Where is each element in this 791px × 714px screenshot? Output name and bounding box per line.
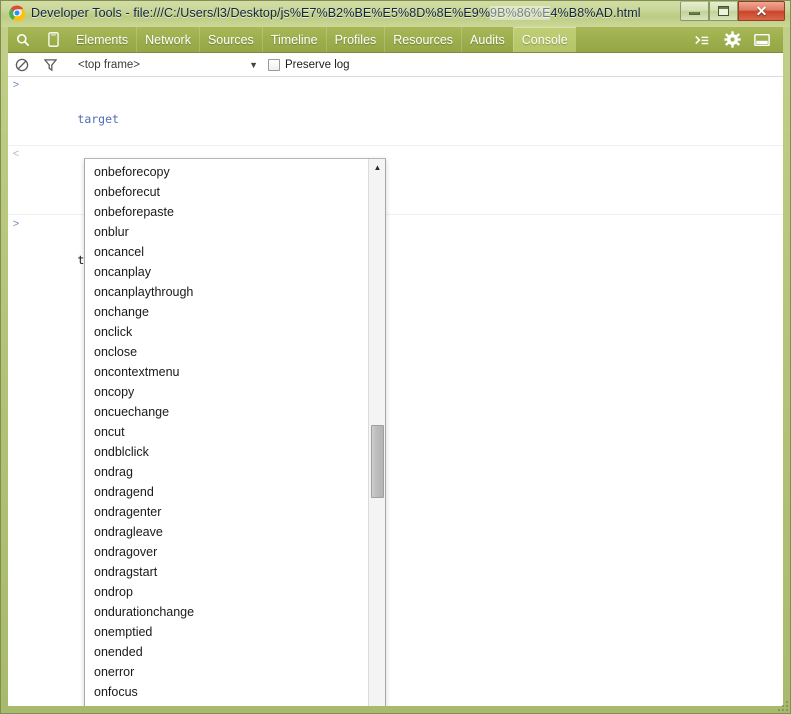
autocomplete-item[interactable]: onbeforepaste <box>85 202 368 222</box>
scrollbar-thumb[interactable] <box>371 425 384 498</box>
tab-network[interactable]: Network <box>136 27 199 52</box>
show-drawer-console-button[interactable] <box>687 27 717 53</box>
tab-sources[interactable]: Sources <box>198 27 262 52</box>
title-text-selection-highlight <box>490 6 550 20</box>
device-mode-icon <box>47 32 59 47</box>
output-marker-icon: < <box>12 148 20 160</box>
dock-to-window-icon <box>754 33 770 46</box>
tab-label: Timeline <box>270 32 318 47</box>
autocomplete-item[interactable]: oncut <box>85 422 368 442</box>
autocomplete-item[interactable]: ondblclick <box>85 442 368 462</box>
tab-label: Audits <box>470 32 505 47</box>
console-input-text: target <box>77 112 119 126</box>
tab-label: Console <box>521 32 568 47</box>
autocomplete-item[interactable]: oncuechange <box>85 402 368 422</box>
tab-timeline[interactable]: Timeline <box>261 27 326 52</box>
autocomplete-item[interactable]: onbeforecut <box>85 182 368 202</box>
show-drawer-console-icon <box>695 35 709 44</box>
autocomplete-item[interactable]: oncanplay <box>85 262 368 282</box>
window-resize-handle[interactable] <box>777 700 789 712</box>
dock-side-button[interactable] <box>747 27 777 53</box>
scroll-up-arrow-icon: ▲ <box>373 162 382 172</box>
preserve-log-toggle[interactable]: Preserve log <box>268 58 350 71</box>
devtools-toolbar: Elements Network Sources Timeline Profiles Re… <box>8 27 783 53</box>
restore-button[interactable] <box>709 1 738 21</box>
toolbar-right-actions <box>687 27 783 52</box>
autocomplete-item[interactable]: ondrop <box>85 582 368 602</box>
autocomplete-item[interactable]: oncanplaythrough <box>85 282 368 302</box>
autocomplete-item[interactable]: ondragleave <box>85 522 368 542</box>
window-frame: Developer Tools - file:///C:/Users/l3/De… <box>0 0 791 714</box>
tab-elements[interactable]: Elements <box>68 27 136 52</box>
tab-console[interactable]: Console <box>512 27 576 52</box>
execution-context-selector[interactable]: <top frame> ▼ <box>64 53 264 77</box>
filter-funnel-icon <box>43 58 57 71</box>
autocomplete-item[interactable]: onemptied <box>85 622 368 642</box>
filter-button[interactable] <box>36 53 64 77</box>
search-inspect-icon <box>16 33 30 46</box>
autocomplete-item[interactable]: ondragenter <box>85 502 368 522</box>
minimize-button[interactable] <box>680 1 709 21</box>
gear-settings-icon <box>723 31 741 48</box>
preserve-log-label: Preserve log <box>285 58 350 71</box>
autocomplete-popup[interactable]: onbeforecopy onbeforecut onbeforepaste onbl… <box>84 158 386 706</box>
autocomplete-item[interactable]: onclick <box>85 322 368 342</box>
autocomplete-item[interactable]: ondragover <box>85 542 368 562</box>
autocomplete-item[interactable]: onfocus <box>85 682 368 702</box>
device-mode-button[interactable] <box>38 27 68 52</box>
autocomplete-item[interactable]: oncopy <box>85 382 368 402</box>
autocomplete-item[interactable]: onended <box>85 642 368 662</box>
tab-label: Sources <box>207 32 254 47</box>
autocomplete-list[interactable]: onbeforecopy onbeforecut onbeforepaste onbl… <box>85 159 368 706</box>
autocomplete-item[interactable]: oninput <box>85 702 368 706</box>
devtools-tab-strip: Elements Network Sources Timeline Profiles Re… <box>68 27 576 52</box>
console-input-row[interactable]: > target <box>8 77 783 146</box>
autocomplete-item[interactable]: oncontextmenu <box>85 362 368 382</box>
autocomplete-item[interactable]: ondrag <box>85 462 368 482</box>
scroll-up-arrow-button[interactable]: ▲ <box>369 159 385 176</box>
clear-console-icon <box>15 58 29 71</box>
minimize-icon <box>689 12 700 15</box>
autocomplete-item[interactable]: ondragend <box>85 482 368 502</box>
inspect-element-button[interactable] <box>8 27 38 52</box>
execution-context-value: <top frame> <box>78 58 141 71</box>
autocomplete-item[interactable]: onerror <box>85 662 368 682</box>
tab-profiles[interactable]: Profiles <box>325 27 385 52</box>
close-icon: ✕ <box>755 3 768 19</box>
autocomplete-item[interactable]: onclose <box>85 342 368 362</box>
tab-label: Resources <box>393 32 454 47</box>
preserve-log-checkbox[interactable] <box>268 58 280 71</box>
autocomplete-item[interactable]: onblur <box>85 222 368 242</box>
input-marker-icon: > <box>12 79 20 91</box>
settings-button[interactable] <box>717 27 747 53</box>
console-filter-bar: <top frame> ▼ Preserve log <box>8 53 783 77</box>
close-button[interactable]: ✕ <box>738 1 785 21</box>
chrome-logo-icon <box>9 5 25 21</box>
tab-label: Profiles <box>334 32 377 47</box>
autocomplete-scrollbar[interactable]: ▲ ▼ <box>368 159 385 706</box>
autocomplete-item[interactable]: oncancel <box>85 242 368 262</box>
devtools-panel: Elements Network Sources Timeline Profiles Re… <box>8 27 783 706</box>
clear-console-button[interactable] <box>8 53 36 77</box>
prompt-marker-icon: > <box>12 218 20 230</box>
tab-resources[interactable]: Resources <box>384 27 461 52</box>
tab-label: Network <box>145 32 191 47</box>
autocomplete-item[interactable]: onbeforecopy <box>85 162 368 182</box>
title-bar: Developer Tools - file:///C:/Users/l3/De… <box>0 0 791 27</box>
tab-audits[interactable]: Audits <box>461 27 513 52</box>
autocomplete-item[interactable]: ondurationchange <box>85 602 368 622</box>
chevron-down-icon: ▼ <box>249 59 258 70</box>
autocomplete-item[interactable]: onchange <box>85 302 368 322</box>
tab-label: Elements <box>76 32 129 47</box>
autocomplete-item[interactable]: ondragstart <box>85 562 368 582</box>
restore-icon <box>718 6 729 16</box>
